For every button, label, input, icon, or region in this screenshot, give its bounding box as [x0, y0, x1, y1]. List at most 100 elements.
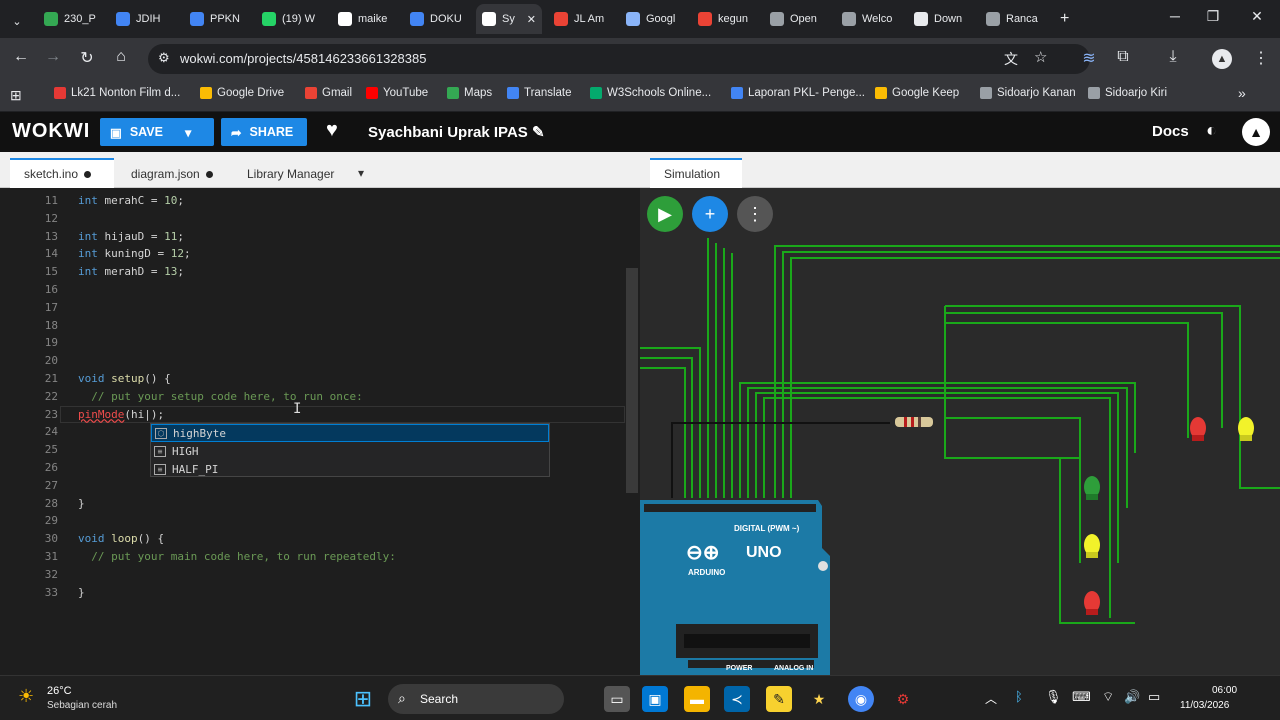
browser-tab[interactable]: Ranca	[980, 7, 1046, 31]
suggestion-item[interactable]: ≡ HALF_PI	[151, 460, 549, 478]
tab-menu-dropdown-icon[interactable]: ▾	[358, 166, 364, 180]
bookmark-item[interactable]: Lk21 Nonton Film d...	[54, 87, 180, 99]
bluetooth-icon[interactable]: ᛒ	[1015, 689, 1023, 704]
tab-simulation[interactable]: Simulation	[664, 167, 720, 181]
code-line[interactable]: pinMode(hi|);	[78, 408, 164, 421]
sticky-notes-icon[interactable]: ✎	[766, 686, 792, 712]
maximize-button[interactable]: ❐	[1198, 8, 1228, 25]
pencil-icon[interactable]: ✎	[532, 124, 545, 141]
docs-link[interactable]: Docs	[1152, 123, 1189, 140]
close-tab-icon[interactable]: ✕	[527, 13, 536, 26]
bookmark-item[interactable]: Maps	[447, 87, 492, 99]
show-hidden-icons[interactable]: ︿	[985, 690, 997, 707]
tab-diagram-json[interactable]: diagram.json	[131, 167, 213, 181]
suggestion-item[interactable]: ≡ HIGH	[151, 442, 549, 460]
url-text[interactable]: wokwi.com/projects/458146233661328385	[180, 51, 426, 66]
tab-search-button[interactable]: ⌄	[4, 9, 30, 33]
browser-tab[interactable]: JDIH	[110, 7, 178, 31]
apps-icon[interactable]: ⊞	[10, 87, 22, 104]
tab-sketch-ino[interactable]: sketch.ino	[24, 167, 92, 181]
code-editor[interactable]: 11 int merahC = 10; 12 13 int hijauD = 11; 14…	[0, 188, 640, 675]
profile-avatar[interactable]: ▲	[1212, 49, 1232, 69]
bookmark-item[interactable]: Laporan PKL- Penge...	[731, 87, 865, 99]
editor-scrollbar[interactable]	[626, 268, 638, 493]
bookmark-item[interactable]: Google Drive	[200, 87, 284, 99]
extension-icon[interactable]: ≋	[1078, 48, 1100, 68]
bookmark-item[interactable]: Sidoarjo Kanan	[980, 87, 1076, 99]
search-box[interactable]: ⌕ Search	[388, 684, 564, 714]
bookmark-item[interactable]: YouTube	[366, 87, 428, 99]
code-line[interactable]: int hijauD = 11;	[78, 230, 184, 243]
user-avatar[interactable]: ▲	[1242, 118, 1270, 146]
autocomplete-list[interactable]: ⬡ highByte ≡ HIGH ≡ HALF_PI	[150, 423, 550, 477]
browser-tab[interactable]: Googl	[620, 7, 686, 31]
bookmark-item[interactable]: Gmail	[305, 87, 352, 99]
star-icon[interactable]: ☆	[1034, 48, 1047, 66]
address-bar[interactable]: ⚙ wokwi.com/projects/458146233661328385 …	[148, 44, 1090, 74]
menu-icon[interactable]: ⋮	[1250, 48, 1272, 68]
tab-library-manager[interactable]: Library Manager	[247, 167, 334, 181]
more-bookmarks-icon[interactable]: »	[1238, 85, 1246, 101]
dark-mode-icon[interactable]: ◐	[1206, 120, 1217, 141]
clock-time[interactable]: 06:00	[1212, 685, 1237, 696]
reload-button[interactable]: ↻	[76, 48, 98, 68]
weather-icon[interactable]: ☀	[18, 686, 34, 707]
file-explorer-icon[interactable]: ▬	[684, 686, 710, 712]
project-title[interactable]: Syachbani Uprak IPAS ✎	[368, 123, 545, 141]
code-line[interactable]: void loop() {	[78, 532, 164, 545]
code-line[interactable]: // put your main code here, to run repea…	[78, 550, 396, 563]
simulation-canvas[interactable]: DIGITAL (PWM ~) ⊖⊕ UNO ARDUINO POWER ANA…	[640, 188, 1280, 675]
weather-text[interactable]: Sebagian cerah	[47, 700, 117, 711]
code-line[interactable]: // put your setup code here, to run once…	[78, 390, 363, 403]
volume-icon[interactable]: 🔊	[1124, 689, 1140, 705]
browser-tab[interactable]: Down	[908, 7, 974, 31]
task-view-icon[interactable]: ▭	[604, 686, 630, 712]
code-line[interactable]: int kuningD = 12;	[78, 247, 191, 260]
home-icon[interactable]: ⌂	[110, 48, 132, 66]
bookmark-item[interactable]: Sidoarjo Kiri	[1088, 87, 1167, 99]
close-window-button[interactable]: ✕	[1242, 8, 1272, 25]
windows-start-icon[interactable]: ⊞	[350, 686, 376, 712]
wokwi-logo[interactable]: WOKWI	[12, 120, 90, 143]
heart-icon[interactable]: ♥	[326, 119, 338, 142]
keyboard-icon[interactable]: ⌨	[1072, 689, 1091, 705]
bookmark-item[interactable]: Google Keep	[875, 87, 959, 99]
bookmark-item[interactable]: W3Schools Online...	[590, 87, 711, 99]
code-line[interactable]: }	[78, 586, 85, 599]
download-icon[interactable]: ⤓	[1162, 48, 1184, 66]
browser-tab[interactable]: kegun	[692, 7, 758, 31]
browser-tab[interactable]: (19) W	[256, 7, 326, 31]
play-button[interactable]: ▶	[647, 196, 683, 232]
star-app-icon[interactable]: ★	[806, 686, 832, 712]
more-options-button[interactable]: ⋮	[737, 196, 773, 232]
battery-icon[interactable]: ▭	[1148, 689, 1160, 705]
back-button[interactable]: ←	[10, 48, 32, 66]
chrome-icon[interactable]: ◉	[848, 686, 874, 712]
save-button[interactable]: ▣ SAVE ▾	[100, 118, 214, 146]
code-line[interactable]: void setup() {	[78, 372, 171, 385]
settings-icon[interactable]: ⚙	[890, 686, 916, 712]
minimize-button[interactable]: ─	[1160, 8, 1190, 24]
forward-button[interactable]: →	[42, 48, 64, 66]
code-line[interactable]: int merahD = 13;	[78, 265, 184, 278]
browser-tab[interactable]: 230_P	[38, 7, 104, 31]
suggestion-item[interactable]: ⬡ highByte	[151, 424, 549, 442]
browser-tab[interactable]: DOKU	[404, 7, 470, 31]
browser-tab[interactable]: maike	[332, 7, 398, 31]
code-line[interactable]: }	[78, 497, 85, 510]
browser-tab[interactable]: Welco	[836, 7, 902, 31]
clock-date[interactable]: 11/03/2026	[1180, 700, 1229, 711]
bookmark-item[interactable]: Translate	[507, 87, 572, 99]
code-line[interactable]: int merahC = 10;	[78, 194, 184, 207]
share-button[interactable]: ➦ SHARE	[221, 118, 307, 146]
browser-tab[interactable]: Open	[764, 7, 830, 31]
weather-temp[interactable]: 26°C	[47, 685, 72, 697]
browser-tab[interactable]: JL Am	[548, 7, 614, 31]
new-tab-button[interactable]: +	[1054, 7, 1075, 31]
wifi-icon[interactable]: ⌔	[1102, 689, 1114, 705]
translate-icon[interactable]: 文	[1004, 49, 1018, 69]
site-info-icon[interactable]: ⚙	[158, 50, 170, 66]
extensions-puzzle-icon[interactable]: ⧉	[1112, 48, 1134, 66]
browser-tab[interactable]: Sy ✕	[476, 4, 542, 34]
store-icon[interactable]: ▣	[642, 686, 668, 712]
